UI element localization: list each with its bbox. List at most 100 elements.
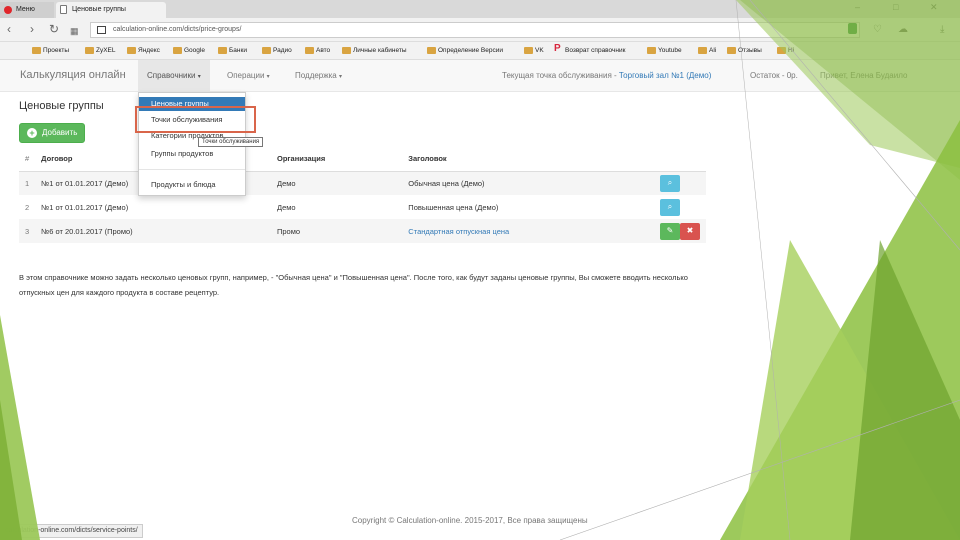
plus-icon: + [27,128,37,138]
folder-icon [524,47,533,54]
url-field[interactable]: calculation-online.com/dicts/price-group… [90,22,860,38]
contract-cell: №1 от 01.01.2017 (Демо) [41,202,129,212]
column-header[interactable]: Организация [271,147,403,172]
bookmark-link[interactable]: P Возврат справочник [554,44,625,56]
row-number: 3 [25,226,30,236]
address-bar: ‹ › ↻ ▦ calculation-online.com/dicts/pri… [0,18,960,42]
bookmark-folder[interactable]: Авто [305,46,330,56]
browser-tab-bar: Меню Ценовые группы – □ ✕ [0,0,960,18]
caret-down-icon: ▾ [338,74,342,80]
table-row: 2 №1 от 01.01.2017 (Демо) Демо Повышенна… [19,195,706,219]
close-window-icon[interactable]: ✕ [930,2,938,13]
forward-icon[interactable]: › [30,22,34,36]
speed-dial-icon[interactable]: ▦ [70,24,79,38]
folder-icon [427,47,436,54]
view-button[interactable]: ⌕ [659,174,680,192]
table-header-row: # Договор Организация Заголовок [19,147,706,172]
folder-icon [85,47,94,54]
view-button[interactable]: ⌕ [659,198,680,216]
bookmark-folder[interactable]: Ні [777,46,794,56]
delete-button[interactable]: ✖ [679,222,700,240]
folder-icon [218,47,227,54]
description: В этом справочнике можно задать нескольк… [19,273,688,297]
deco-shape [559,399,960,540]
title-cell: Повышенная цена (Демо) [408,202,499,212]
cloud-icon[interactable]: ☁ [898,23,908,37]
highlight-box [135,106,256,133]
minimize-icon[interactable]: – [855,2,860,12]
heart-icon[interactable]: ♡ [873,23,882,37]
row-number: 1 [25,178,30,188]
nav-dicts[interactable]: Справочники ▾ [138,60,210,92]
contract-cell: №6 от 20.01.2017 (Промо) [41,226,133,236]
download-icon[interactable]: ⤓ [940,23,944,37]
tab-label: Меню [16,6,35,13]
actions-cell: ✎ ✖ [654,219,706,243]
org-cell: Промо [277,226,301,236]
folder-icon [173,47,182,54]
deco-shape [0,400,22,540]
brand[interactable]: Калькуляция онлайн [20,69,126,81]
service-point-label: Текущая точка обслуживания - [502,71,617,80]
page-title: Ценовые группы [19,100,104,112]
caret-down-icon: ▾ [197,74,201,80]
org-cell: Демо [277,178,296,188]
price-groups-table: # Договор Организация Заголовок 1 №1 от … [19,147,706,243]
deco-shape [720,120,960,540]
folder-icon [647,47,656,54]
deco-shape [850,240,960,540]
bookmark-folder[interactable]: Банки [218,46,247,56]
footer-copyright: Copyright © Calculation-online. 2015-201… [352,516,588,525]
user-greeting[interactable]: Привет, Елена Будаило [820,71,907,80]
column-header[interactable]: Заголовок [402,147,654,172]
nav-operations[interactable]: Операции ▾ [227,71,270,80]
menu-divider [139,169,245,170]
folder-icon [127,47,136,54]
table-row: 1 №1 от 01.01.2017 (Демо) Демо Обычная ц… [19,171,706,195]
folder-icon [698,47,707,54]
edit-button[interactable]: ✎ [659,222,680,240]
deco-shape [0,315,40,540]
add-button-label: Добавить [42,128,78,137]
search-icon: ⌕ [667,201,673,211]
nav-support[interactable]: Поддержка ▾ [295,71,342,80]
back-icon[interactable]: ‹ [7,22,11,36]
folder-icon [305,47,314,54]
bookmark-folder[interactable]: Личные кабинеты [342,46,407,56]
browser-tab-price-groups[interactable]: Ценовые группы [56,2,166,18]
bookmark-folder[interactable]: VK [524,46,544,56]
column-header[interactable]: # [19,147,36,172]
status-bar-url: calculation-online.com/dicts/service-poi… [0,524,143,538]
bookmark-folder[interactable]: Youtube [647,46,682,56]
reload-icon[interactable]: ↻ [49,22,59,36]
deco-shape [740,240,960,540]
add-button[interactable]: + Добавить [19,123,85,143]
maximize-icon[interactable]: □ [893,2,898,12]
title-link[interactable]: Стандартная отпускная цена [408,227,509,236]
bookmark-folder[interactable]: Ali [698,46,716,56]
bookmark-folder[interactable]: Отзывы [727,46,762,56]
folder-icon [32,47,41,54]
url-text: calculation-online.com/dicts/price-group… [113,26,242,33]
folder-icon [262,47,271,54]
column-header-actions [653,147,706,172]
browser-tab-menu[interactable]: Меню [0,2,54,18]
bookmarks-bar: Проекты ZyXEL Яндекс Google Банки Радио … [0,42,960,60]
caret-down-icon: ▾ [266,74,270,80]
service-point-info: Текущая точка обслуживания - Торговый за… [502,71,711,80]
close-icon: ✖ [686,225,694,235]
menu-item-products[interactable]: Продукты и блюда [139,178,245,192]
shield-icon[interactable] [848,23,857,34]
actions-cell: ⌕ [654,195,706,219]
bookmark-folder[interactable]: Определение Версии [427,46,503,56]
bookmark-folder[interactable]: Проекты [32,46,69,56]
bookmark-folder[interactable]: Радио [262,46,292,56]
service-point-link[interactable]: Торговый зал №1 (Демо) [619,71,711,80]
opera-icon [4,6,12,14]
bookmark-folder[interactable]: Google [173,46,205,56]
bookmark-folder[interactable]: Яндекс [127,46,160,56]
tooltip: Точки обслуживания [198,137,264,147]
menu-item-product-groups[interactable]: Группы продуктов [139,147,245,161]
bookmark-folder[interactable]: ZyXEL [85,46,116,56]
page-icon [60,5,67,14]
